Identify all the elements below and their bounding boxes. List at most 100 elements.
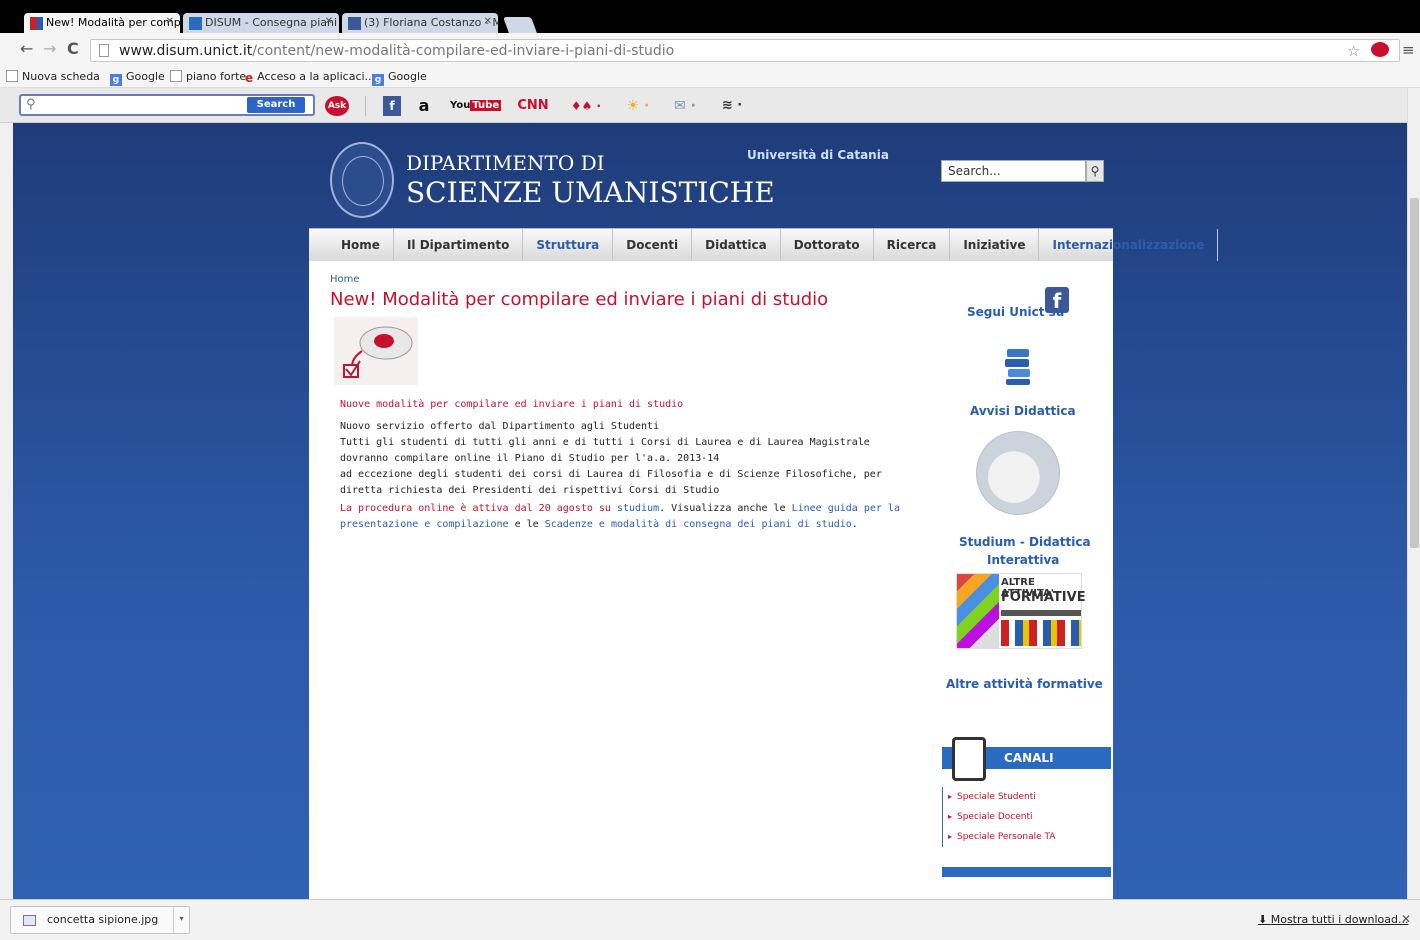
main-navigation: Home Il Dipartimento Struttura Docenti D…: [309, 228, 1219, 261]
download-bar: concetta sipione.jpg ▾ ⬇ Mostra tutti i …: [0, 899, 1420, 940]
tab-active[interactable]: New! Modalità per compil ✕: [24, 13, 180, 33]
mail-icon[interactable]: ✉ ·: [667, 96, 703, 116]
studium-link-line1[interactable]: Studium - Didattica: [959, 535, 1091, 549]
canali-box: CANALI Speciale Studenti Speciale Docent…: [942, 737, 1111, 877]
scrollbar-thumb[interactable]: [1410, 198, 1419, 548]
facebook-icon[interactable]: f: [1045, 287, 1069, 313]
nav-ricerca[interactable]: Ricerca: [874, 229, 951, 261]
nav-docenti[interactable]: Docenti: [613, 229, 693, 261]
article-line: Tutti gli studenti di tutti gli anni e d…: [340, 437, 870, 464]
studium-seal-logo[interactable]: [976, 431, 1060, 515]
facebook-icon[interactable]: f: [383, 96, 401, 116]
google-icon: g: [372, 74, 384, 86]
department-name-line2: SCIENZE UMANISTICHE: [406, 176, 775, 209]
nav-dipartimento[interactable]: Il Dipartimento: [394, 229, 524, 261]
window-left-gutter: [0, 123, 13, 899]
canali-item[interactable]: Speciale Docenti: [943, 807, 1111, 827]
download-arrow-icon: ⬇: [1258, 913, 1271, 926]
download-item[interactable]: concetta sipione.jpg ▾: [10, 906, 190, 934]
ask-icon[interactable]: Ask: [325, 96, 349, 116]
menu-icon[interactable]: ≡: [1402, 41, 1415, 59]
amazon-icon[interactable]: a: [415, 96, 433, 116]
back-arrow-icon[interactable]: ←: [20, 41, 33, 57]
article-lead: Nuove modalità per compilare ed inviare …: [340, 399, 684, 410]
bookmark-google-2[interactable]: g Google: [372, 70, 427, 86]
browser-toolbar: ← → C www.disum.unict.it/content/new-mod…: [0, 33, 1420, 66]
department-name-line1: DIPARTIMENTO DI: [406, 151, 605, 175]
studium-link-line2[interactable]: Interattiva: [987, 553, 1059, 567]
altre-attivita-link[interactable]: Altre attività formative: [946, 677, 1103, 691]
bookmarks-bar: Nuova scheda g Google piano forte e Acceso…: [0, 66, 1420, 88]
tab-title: New! Modalità per compil: [46, 16, 180, 29]
close-tab-icon[interactable]: ✕: [166, 16, 174, 27]
star-bookmark-icon[interactable]: ☆: [1347, 42, 1360, 60]
url-host: www.disum.unict.it: [119, 43, 253, 59]
vertical-scrollbar[interactable]: [1407, 88, 1420, 899]
pencils-image: [957, 574, 999, 648]
tab-facebook[interactable]: (3) Floriana Costanzo - Mc ✕: [342, 13, 498, 33]
youtube-icon[interactable]: YouTube ·: [450, 96, 502, 131]
cnn-icon[interactable]: CNN ·: [514, 96, 552, 133]
games-icon[interactable]: ♦♠ ·: [568, 96, 604, 116]
bookmark-google[interactable]: g Google: [110, 70, 165, 86]
google-icon: g: [110, 74, 122, 86]
speed-icon[interactable]: ≋ ·: [714, 96, 750, 116]
page-title: New! Modalità per compilare ed inviare i…: [330, 289, 829, 310]
article-body: Nuove modalità per compilare ed inviare …: [340, 397, 900, 537]
nav-home[interactable]: Home: [309, 229, 394, 261]
mouse-checkbox-image: [334, 317, 418, 385]
reload-icon[interactable]: C: [67, 41, 79, 57]
page-icon: [170, 70, 182, 82]
article-line: ad eccezione degli studenti dei corsi di…: [340, 469, 882, 496]
ask-extension-icon[interactable]: [1371, 42, 1389, 57]
university-link[interactable]: Università di Catania: [747, 148, 889, 162]
tab-disum[interactable]: DISUM - Consegna piani c ✕: [183, 13, 339, 33]
altre-attivita-banner[interactable]: ALTRE ATTIVITA' FORMATIVE: [956, 573, 1086, 649]
article-text: e le: [514, 519, 539, 530]
banner-divider: [1001, 610, 1081, 616]
phone-icon: [952, 737, 986, 781]
close-tab-icon[interactable]: ✕: [484, 16, 492, 27]
weather-icon[interactable]: ☀ ·: [620, 96, 656, 116]
address-bar[interactable]: www.disum.unict.it/content/new-modalità-…: [90, 39, 1400, 62]
site-favicon-icon: [30, 17, 43, 30]
studium-link[interactable]: studium: [617, 503, 659, 514]
page-viewport: DIPARTIMENTO DI SCIENZE UMANISTICHE Univ…: [13, 123, 1407, 899]
mouse-icon: [343, 326, 413, 378]
scadenze-link[interactable]: Scadenze e modalità di consegna dei pian…: [545, 519, 852, 530]
canali-item[interactable]: Speciale Personale TA: [943, 827, 1111, 847]
tab-title: DISUM - Consegna piani c: [205, 16, 339, 29]
bookmark-nuova-scheda[interactable]: Nuova scheda: [6, 70, 100, 83]
new-tab-button[interactable]: [503, 17, 537, 33]
browser-tab-strip: New! Modalità per compil ✕ DISUM - Conse…: [0, 0, 1420, 33]
article-procedure-text: La procedura online è attiva dal 20 agos…: [340, 503, 611, 514]
nav-internazionalizzazione[interactable]: Internazionalizzazione: [1039, 229, 1219, 261]
article-text: .: [851, 519, 858, 530]
nav-struttura[interactable]: Struttura: [523, 229, 614, 261]
canali-item[interactable]: Speciale Studenti: [943, 787, 1111, 807]
site-search-input[interactable]: Search...: [941, 160, 1086, 182]
banner-text: FORMATIVE: [1001, 590, 1086, 605]
search-icon[interactable]: ⚲: [1086, 160, 1104, 182]
nav-didattica[interactable]: Didattica: [692, 229, 781, 261]
close-icon[interactable]: ✕: [1401, 912, 1411, 926]
show-all-downloads-link[interactable]: ⬇ Mostra tutti i download...: [1258, 913, 1408, 926]
download-filename: concetta sipione.jpg: [47, 913, 159, 926]
close-tab-icon[interactable]: ✕: [325, 16, 333, 27]
article-text: . Visualizza anche le: [659, 503, 786, 514]
bookmark-piano-forte[interactable]: piano forte: [170, 70, 246, 83]
bookmark-acceso[interactable]: e Acceso a la aplicaci...: [245, 70, 375, 85]
nav-dottorato[interactable]: Dottorato: [781, 229, 874, 261]
e-icon: e: [245, 71, 254, 85]
chevron-down-icon[interactable]: ▾: [173, 907, 189, 933]
nav-iniziative[interactable]: Iniziative: [950, 229, 1040, 261]
university-seal-logo: [330, 142, 394, 218]
avvisi-didattica-link[interactable]: Avvisi Didattica: [970, 404, 1076, 418]
outlook-icon: [189, 17, 202, 30]
breadcrumb[interactable]: Home: [330, 274, 360, 285]
books-icon[interactable]: [1003, 347, 1035, 387]
forward-arrow-icon[interactable]: →: [43, 41, 56, 57]
tab-title: (3) Floriana Costanzo - Mc: [364, 16, 498, 29]
url-path: /content/new-modalità-compilare-ed-invia…: [252, 43, 675, 59]
ask-search-button[interactable]: Search: [247, 97, 305, 113]
